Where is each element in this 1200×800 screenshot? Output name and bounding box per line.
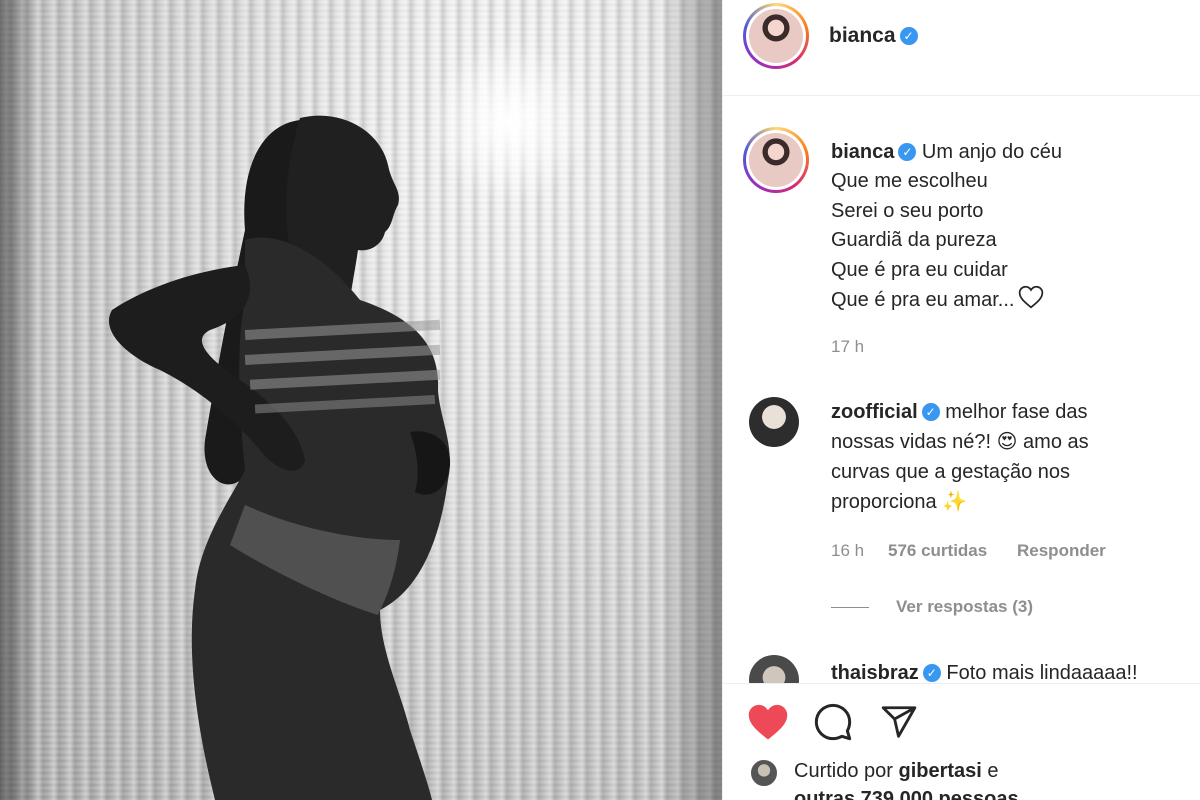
author-username-row[interactable]: bianca ✓ [829, 24, 918, 48]
comment-line-4: proporciona ✨ [831, 491, 968, 513]
paper-plane-icon[interactable] [879, 703, 919, 741]
caption-author-avatar[interactable] [743, 127, 809, 193]
comment-line-1: melhor fase das [945, 401, 1088, 423]
liked-by-suffix: e [987, 760, 999, 782]
post-side-panel: bianca ✓ bianca ✓ Um anjo do céu Que me es… [723, 0, 1200, 800]
comment-username[interactable]: zoofficial [831, 401, 918, 423]
author-avatar[interactable] [743, 3, 809, 69]
liked-by-row: Curtido por gibertasi e [794, 760, 999, 783]
comment-bubble-icon[interactable] [813, 702, 853, 742]
heart-filled-icon[interactable] [747, 702, 789, 742]
verified-badge-icon: ✓ [899, 27, 918, 45]
comment-thaisbraz: thaisbraz ✓ Foto mais lindaaaaa!! [831, 658, 1171, 683]
comment-likes-count[interactable]: 576 curtidas [888, 541, 987, 561]
caption-line-4: Guardiã da pureza [831, 229, 997, 252]
comments-list[interactable]: bianca ✓ Um anjo do céu Que me escolheu S… [723, 97, 1200, 683]
heart-outline-icon [1019, 285, 1044, 309]
liked-by-others[interactable]: outras 739.000 pessoas [794, 788, 1019, 800]
liked-by-others-row: outras 739.000 pessoas [794, 788, 1019, 800]
comment-text: Foto mais lindaaaaa!! [946, 662, 1138, 683]
liked-by-avatar[interactable] [749, 758, 779, 788]
verified-badge-icon: ✓ [922, 664, 941, 682]
liked-by-username[interactable]: gibertasi [899, 760, 982, 782]
comment-time[interactable]: 16 h [831, 541, 864, 561]
comment-zoofficial: zoofficial ✓ melhor fase das nossas vidas… [831, 397, 1171, 517]
view-replies-button[interactable]: Ver respostas (3) [896, 597, 1033, 617]
author-username[interactable]: bianca [829, 24, 896, 47]
caption-username[interactable]: bianca [831, 141, 894, 163]
caption-line-2: Que me escolheu [831, 170, 988, 193]
caption-line-6: Que é pra eu amar... [831, 289, 1015, 312]
comment-line-3: curvas que a gestação nos [831, 461, 1071, 483]
caption-line-5: Que é pra eu cuidar [831, 258, 1008, 281]
liked-by-prefix: Curtido por [794, 760, 893, 782]
caption-line-1: Um anjo do céu [921, 141, 1062, 163]
commenter-avatar[interactable] [749, 655, 799, 683]
comment-line-2: nossas vidas né?! 😍 amo as [831, 431, 1089, 453]
post-photo[interactable] [0, 0, 722, 800]
comment-username[interactable]: thaisbraz [831, 662, 919, 683]
pregnant-woman-silhouette [108, 42, 590, 800]
replies-divider [831, 607, 869, 608]
post-header: bianca ✓ [723, 0, 1200, 96]
post-caption: bianca ✓ Um anjo do céu Que me escolheu S… [831, 138, 1181, 315]
caption-line-3: Serei o seu porto [831, 199, 984, 222]
verified-badge-icon: ✓ [898, 143, 917, 161]
caption-time[interactable]: 17 h [831, 337, 864, 357]
commenter-avatar[interactable] [749, 397, 799, 447]
verified-badge-icon: ✓ [921, 403, 940, 421]
reply-button[interactable]: Responder [1017, 541, 1106, 561]
